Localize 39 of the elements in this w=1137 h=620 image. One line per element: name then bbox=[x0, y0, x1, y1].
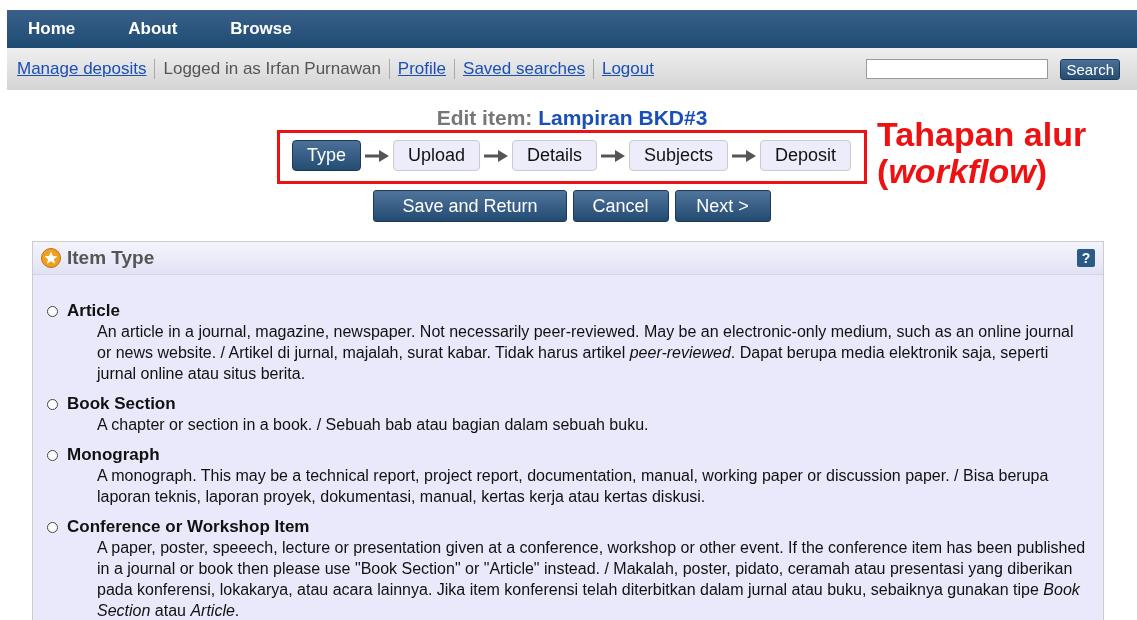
user-link[interactable]: Logout bbox=[601, 59, 654, 79]
item-title-link[interactable]: Lampiran BKD#3 bbox=[538, 106, 708, 129]
action-button[interactable]: Next > bbox=[674, 190, 771, 222]
option-description: A paper, poster, speeech, lecture or presentation given at a conference, workshop or other event. If the conference item has been published in a journal or book then please use "Book Section" or "Article" instead. / Makalah, poster, pidato, ceramah atau presentasi yang diberikan pada konferensi, lokakarya, atau acara lainnya. Jika item konferensi telah diterbitkan dalam jurnal atau buku, sebaiknya gunakan tipe Book Section atau Article. bbox=[97, 538, 1087, 620]
user-link[interactable]: Saved searches bbox=[463, 59, 585, 79]
annotation-text: Tahapan alur (workflow) bbox=[877, 116, 1088, 191]
workflow-step-tab[interactable]: Deposit bbox=[760, 140, 852, 171]
option-description: A monograph. This may be a technical report, project report, documentation, manual, working paper or discussion paper. / Bisa berupa laporan teknis, laporan proyek, dokumentasi, manual, kertas kerja atau kertas diskusi. bbox=[97, 466, 1050, 507]
arrow-icon bbox=[484, 149, 508, 162]
option-description: An article in a journal, magazine, newspaper. Not necessarily peer-reviewed. May be an electronic-only medium, such as an online journal or news website. / Artikel di jurnal, majalah, surat kabar. Tidak harus artikel peer-reviewed. Dapat berupa media elektronik saja, seperti jurnal online atau situs berita. bbox=[97, 322, 1075, 384]
radio-button[interactable] bbox=[47, 398, 58, 410]
search-field[interactable] bbox=[866, 59, 1049, 79]
workflow-step-tab[interactable]: Subjects bbox=[629, 140, 729, 171]
radio-button[interactable] bbox=[47, 449, 58, 461]
page-title: Edit item: bbox=[436, 106, 533, 129]
user-link[interactable]: Profile bbox=[397, 59, 447, 79]
panel-title: Item Type bbox=[67, 247, 156, 269]
arrow-icon bbox=[364, 149, 389, 162]
radio-button[interactable] bbox=[47, 305, 58, 317]
login-status: Logged in as Irfan Purnawan bbox=[163, 59, 381, 79]
user-link[interactable]: Manage deposits bbox=[17, 59, 147, 79]
search-button[interactable]: Search bbox=[1060, 58, 1120, 80]
workflow-step-tab[interactable]: Details bbox=[512, 140, 597, 171]
nav-link[interactable]: Home bbox=[28, 19, 76, 39]
action-button[interactable]: Save and Return bbox=[373, 190, 567, 222]
option-label: Book Section bbox=[67, 394, 176, 414]
option-label: Conference or Workshop Item bbox=[67, 517, 310, 537]
nav-link[interactable]: Browse bbox=[230, 19, 292, 39]
workflow-step-tab[interactable]: Type bbox=[291, 140, 361, 171]
radio-button[interactable] bbox=[47, 521, 58, 533]
action-button[interactable]: Cancel bbox=[572, 190, 669, 222]
option-label: Monograph bbox=[67, 445, 160, 465]
arrow-icon bbox=[601, 149, 625, 162]
nav-link[interactable]: About bbox=[128, 19, 178, 39]
help-icon[interactable]: ? bbox=[1077, 249, 1095, 267]
arrow-icon bbox=[732, 149, 757, 162]
workflow-step-tab[interactable]: Upload bbox=[392, 140, 480, 171]
option-description: A chapter or section in a book. / Sebuah bab atau bagian dalam sebuah buku. bbox=[97, 415, 650, 435]
option-label: Article bbox=[67, 301, 120, 321]
